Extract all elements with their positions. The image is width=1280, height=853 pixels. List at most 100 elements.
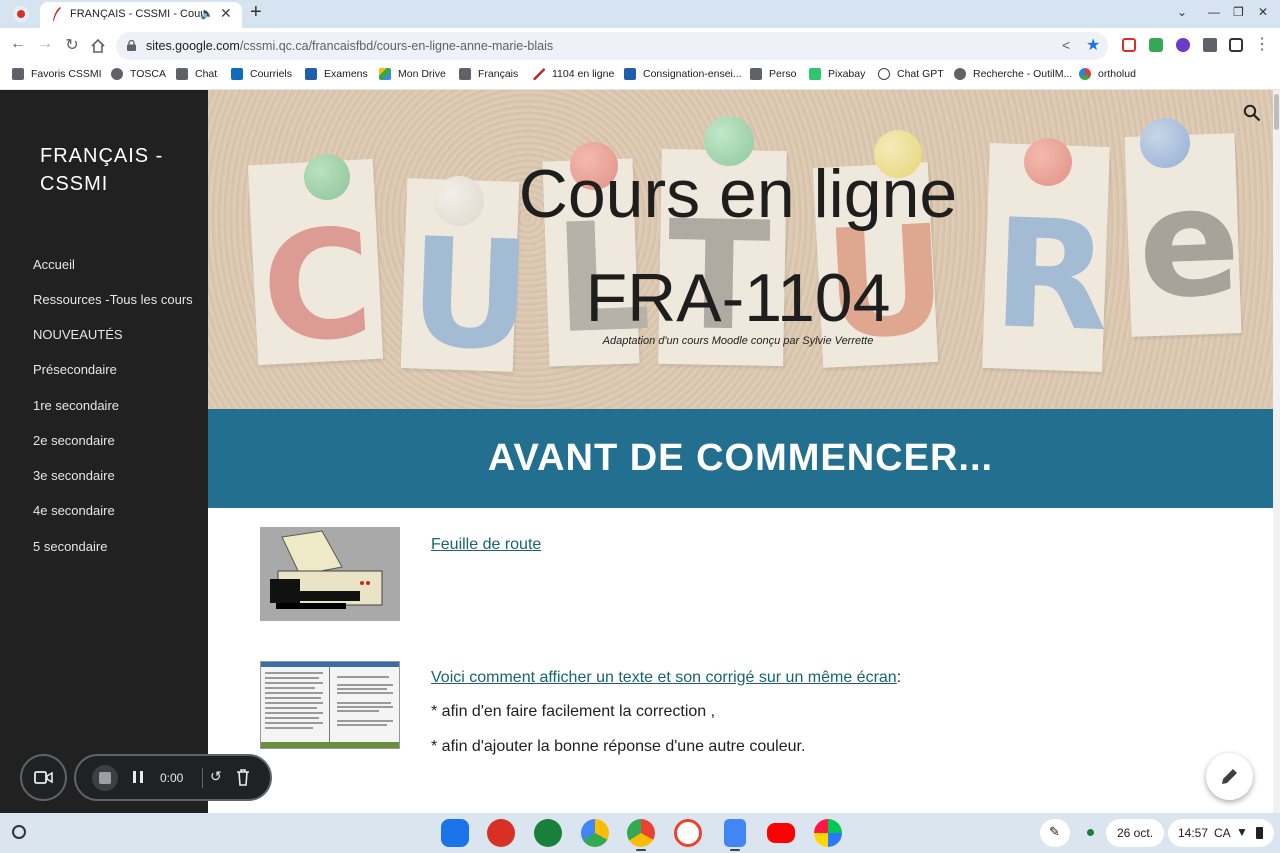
nav-item-3e-secondaire[interactable]: 3e secondaire [33,468,115,483]
pixabay-icon [809,68,821,80]
edit-button[interactable] [1206,753,1253,800]
nav-item-2e-secondaire[interactable]: 2e secondaire [33,433,115,448]
site-title[interactable]: FRANÇAIS - CSSMI [40,142,190,198]
quebec-icon [624,68,636,80]
nav-item-1re-secondaire[interactable]: 1re secondaire [33,398,119,413]
bookmark-star-icon[interactable]: ★ [1086,35,1100,55]
printer-icon [260,527,400,621]
bullet-text-1: * afin d'en faire facilement la correcti… [431,703,716,720]
nav-item-accueil[interactable]: Accueil [33,257,75,272]
bookmark-item[interactable]: Favoris CSSMI [12,68,102,80]
split-screen-link[interactable]: Voici comment afficher un texte et son c… [431,669,897,686]
classroom-green-app-icon[interactable] [534,819,562,847]
restore-icon[interactable]: ❐ [1233,5,1244,19]
bookmark-item[interactable]: Examens [305,68,368,80]
pause-icon[interactable] [133,771,143,783]
bookmark-item[interactable]: ortholud [1079,68,1136,80]
home-icon[interactable] [90,38,106,54]
folder-icon [12,68,24,80]
feuille-de-route-link[interactable]: Feuille de route [431,536,541,554]
split-screen-thumbnail[interactable] [260,661,400,749]
green-dot-icon [1087,829,1094,836]
bookmark-item[interactable]: Pixabay [809,68,865,80]
url-text: sites.google.com/cssmi.qc.ca/francaisfbd… [146,39,553,53]
main-content: Feuille de route Voici comment afficher … [208,508,1273,813]
classroom-app-icon[interactable] [441,819,469,847]
browser-toolbar: ← → ↻ sites.google.com/cssmi.qc.ca/franc… [0,28,1280,64]
tab-title: FRANÇAIS - CSSMI - Cours en ligne FRA-11… [70,8,202,20]
nav-item-nouveautes[interactable]: NOUVEAUTÉS [33,327,123,342]
page-scrollbar[interactable] [1273,90,1280,813]
quebec-icon [305,68,317,80]
play-store-app-icon[interactable] [814,819,842,847]
menu-kebab-icon[interactable]: ⋮ [1252,34,1272,54]
stylus-tools-button[interactable]: ✎ [1040,819,1070,847]
stop-recording-button[interactable] [92,765,118,791]
gmail-app-icon[interactable] [674,819,702,847]
green-extension-icon[interactable] [1149,38,1163,52]
docs-app-icon[interactable] [724,819,746,847]
drive-app-icon[interactable] [581,819,609,847]
pencil-icon [1222,769,1237,784]
bookmark-item[interactable]: Chat [176,68,217,80]
bookmark-item[interactable]: Chat GPT [878,68,944,80]
launcher-icon[interactable] [12,825,26,839]
nav-item-ressources[interactable]: Ressources -Tous les cours [33,292,193,307]
status-tray[interactable]: 14:57 CA ▼ [1168,819,1274,847]
chrome-app-icon[interactable] [627,819,655,847]
purple-extension-icon[interactable] [1176,38,1190,52]
printer-thumbnail[interactable] [260,527,400,621]
speaker-icon[interactable]: 🔈 [200,7,214,20]
bullet-text-2: * afin d'ajouter la bonne réponse d'une … [431,738,806,755]
youtube-app-icon[interactable] [767,823,795,843]
paint-app-icon[interactable] [487,819,515,847]
recording-status-indicator[interactable] [1078,819,1104,847]
bookmark-item[interactable]: 1104 en ligne [533,68,614,80]
bookmark-item[interactable]: Mon Drive [379,68,446,80]
url-host: sites.google.com [146,39,240,53]
document-screenshot-icon [261,662,399,748]
lock-icon[interactable] [127,40,136,51]
battery-icon [1256,827,1263,839]
page-subtitle: Adaptation d'un cours Moodle conçu par S… [602,335,874,347]
globe-icon [111,68,123,80]
new-tab-button[interactable]: + [250,1,262,24]
search-icon[interactable] [1243,104,1261,122]
side-panel-icon[interactable] [1229,38,1243,52]
feather-favicon-icon [53,7,61,21]
bookmarks-bar: Favoris CSSMI TOSCA Chat Courriels Exame… [0,64,1280,90]
nav-item-5-secondaire[interactable]: 5 secondaire [33,539,107,554]
back-icon[interactable]: ← [8,35,28,53]
recording-indicator-icon[interactable] [13,6,29,22]
forward-icon[interactable]: → [35,35,55,53]
minimize-icon[interactable]: — [1208,5,1220,19]
folder-icon [750,68,762,80]
nav-item-4e-secondaire[interactable]: 4e secondaire [33,503,115,518]
scrollbar-thumb[interactable] [1274,94,1279,130]
chat-icon [176,68,188,80]
tray-time: 14:57 [1178,826,1209,840]
split-screen-line: Voici comment afficher un texte et son c… [431,669,901,687]
bookmark-item[interactable]: Courriels [231,68,292,80]
cast-extension-icon[interactable] [1122,38,1136,52]
date-tray[interactable]: 26 oct. [1106,819,1164,847]
close-tab-icon[interactable]: ✕ [220,5,232,22]
share-icon[interactable]: < [1062,37,1070,53]
address-bar[interactable]: sites.google.com/cssmi.qc.ca/francaisfbd… [116,32,1108,60]
bookmark-item[interactable]: Consignation-ensei... [624,68,742,80]
bookmark-item[interactable]: TOSCA [111,68,166,80]
browser-tab[interactable]: FRANÇAIS - CSSMI - Cours en ligne FRA-11… [40,2,242,28]
restart-icon[interactable]: ↺ [210,768,222,785]
bookmark-item[interactable]: Recherche - OutilM... [954,68,1072,80]
camera-toggle-button[interactable] [20,754,67,801]
reload-icon[interactable]: ↻ [62,35,82,55]
nav-item-presecondaire[interactable]: Présecondaire [33,362,117,377]
screen-recorder-controls: 0:00 ↺ [74,754,272,801]
wifi-icon: ▼ [1236,825,1248,839]
extensions-puzzle-icon[interactable] [1203,38,1217,52]
trash-icon[interactable] [236,768,250,786]
bookmark-item[interactable]: Perso [750,68,796,80]
tab-search-icon[interactable]: ⌄ [1177,5,1187,19]
close-window-icon[interactable]: ✕ [1258,5,1268,19]
bookmark-item[interactable]: Français [459,68,518,80]
